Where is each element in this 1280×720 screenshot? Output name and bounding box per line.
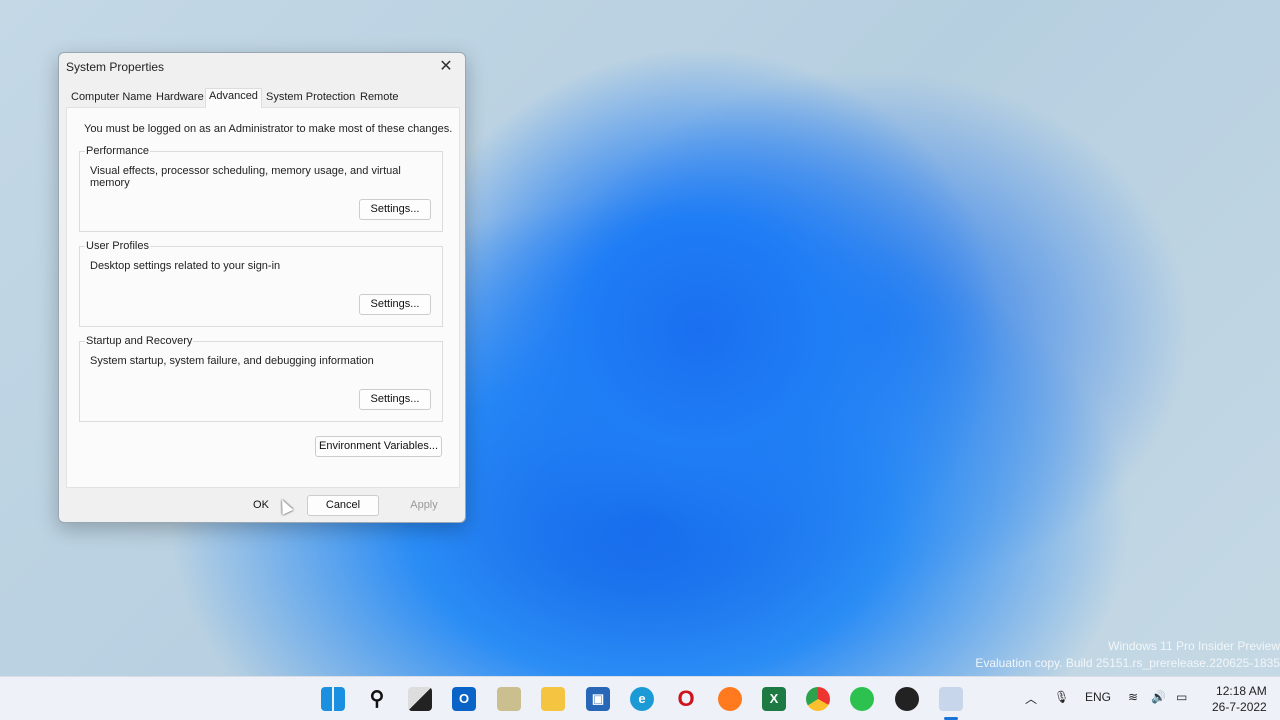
tab-hardware[interactable]: Hardware — [154, 91, 206, 103]
tab-remote[interactable]: Remote — [358, 91, 401, 103]
group-description: Desktop settings related to your sign-in — [90, 260, 281, 272]
performance-group: Performance Visual effects, processor sc… — [79, 145, 443, 232]
system-properties-dialog: System Properties ✕ You must be logged o… — [58, 52, 466, 523]
edge-icon[interactable]: e — [630, 687, 654, 711]
wechat-icon[interactable] — [850, 687, 874, 711]
tab-computer-name[interactable]: Computer Name — [69, 91, 154, 103]
clock-time: 12:18 AM — [1216, 684, 1267, 698]
watermark-line2: Evaluation copy. Build 25151.rs_prerelea… — [975, 656, 1280, 670]
language-indicator[interactable]: ENG — [1085, 690, 1111, 704]
outlook-icon[interactable]: O — [452, 687, 476, 711]
performance-settings-button[interactable]: Settings... — [359, 199, 431, 220]
group-label: Startup and Recovery — [85, 335, 194, 347]
start-icon[interactable] — [321, 687, 345, 711]
cancel-button[interactable]: Cancel — [307, 495, 379, 516]
excel-icon[interactable]: X — [762, 687, 786, 711]
obs-icon[interactable] — [895, 687, 919, 711]
system-properties-taskbar-icon[interactable] — [939, 687, 963, 711]
close-icon[interactable]: ✕ — [435, 56, 457, 78]
group-description: System startup, system failure, and debu… — [90, 355, 374, 367]
microphone-icon[interactable]: 🎙 — [1054, 690, 1069, 704]
photos-app-icon[interactable] — [497, 687, 521, 711]
opera-icon[interactable]: O — [674, 687, 698, 711]
user-profiles-group: User Profiles Desktop settings related t… — [79, 240, 443, 327]
battery-icon[interactable]: ▭ — [1176, 690, 1187, 704]
chrome-icon[interactable] — [806, 687, 830, 711]
advanced-tab-panel: You must be logged on as an Administrato… — [66, 107, 460, 488]
firefox-icon[interactable] — [718, 687, 742, 711]
apply-button[interactable]: Apply — [388, 495, 460, 516]
file-explorer-icon[interactable] — [541, 687, 565, 711]
group-description: Visual effects, processor scheduling, me… — [90, 165, 401, 189]
startup-recovery-group: Startup and Recovery System startup, sys… — [79, 335, 443, 422]
clock-date: 26-7-2022 — [1212, 700, 1267, 714]
admin-note: You must be logged on as an Administrato… — [84, 123, 453, 135]
taskbar: ⚲ O ▣ e O X ︿ 🎙 ENG ≋ 🔊 ▭ 12:18 AM 26-7-… — [0, 676, 1280, 720]
dialog-title: System Properties — [66, 60, 165, 74]
task-view-icon[interactable] — [408, 687, 432, 711]
tab-advanced[interactable]: Advanced — [205, 88, 262, 108]
watermark-line1: Windows 11 Pro Insider Preview — [1108, 639, 1280, 653]
volume-icon[interactable]: 🔊 — [1151, 690, 1166, 704]
show-hidden-icons-chevron-icon[interactable]: ︿ — [1025, 690, 1037, 707]
wifi-icon[interactable]: ≋ — [1128, 690, 1138, 704]
group-label: User Profiles — [85, 240, 150, 252]
clock[interactable]: 12:18 AM 26-7-2022 — [1212, 683, 1267, 715]
group-label: Performance — [85, 145, 150, 157]
store-icon[interactable]: ▣ — [586, 687, 610, 711]
environment-variables-button[interactable]: Environment Variables... — [315, 436, 442, 457]
startup-settings-button[interactable]: Settings... — [359, 389, 431, 410]
tab-system-protection[interactable]: System Protection — [264, 91, 357, 103]
search-icon[interactable]: ⚲ — [365, 687, 389, 711]
user-profiles-settings-button[interactable]: Settings... — [359, 294, 431, 315]
